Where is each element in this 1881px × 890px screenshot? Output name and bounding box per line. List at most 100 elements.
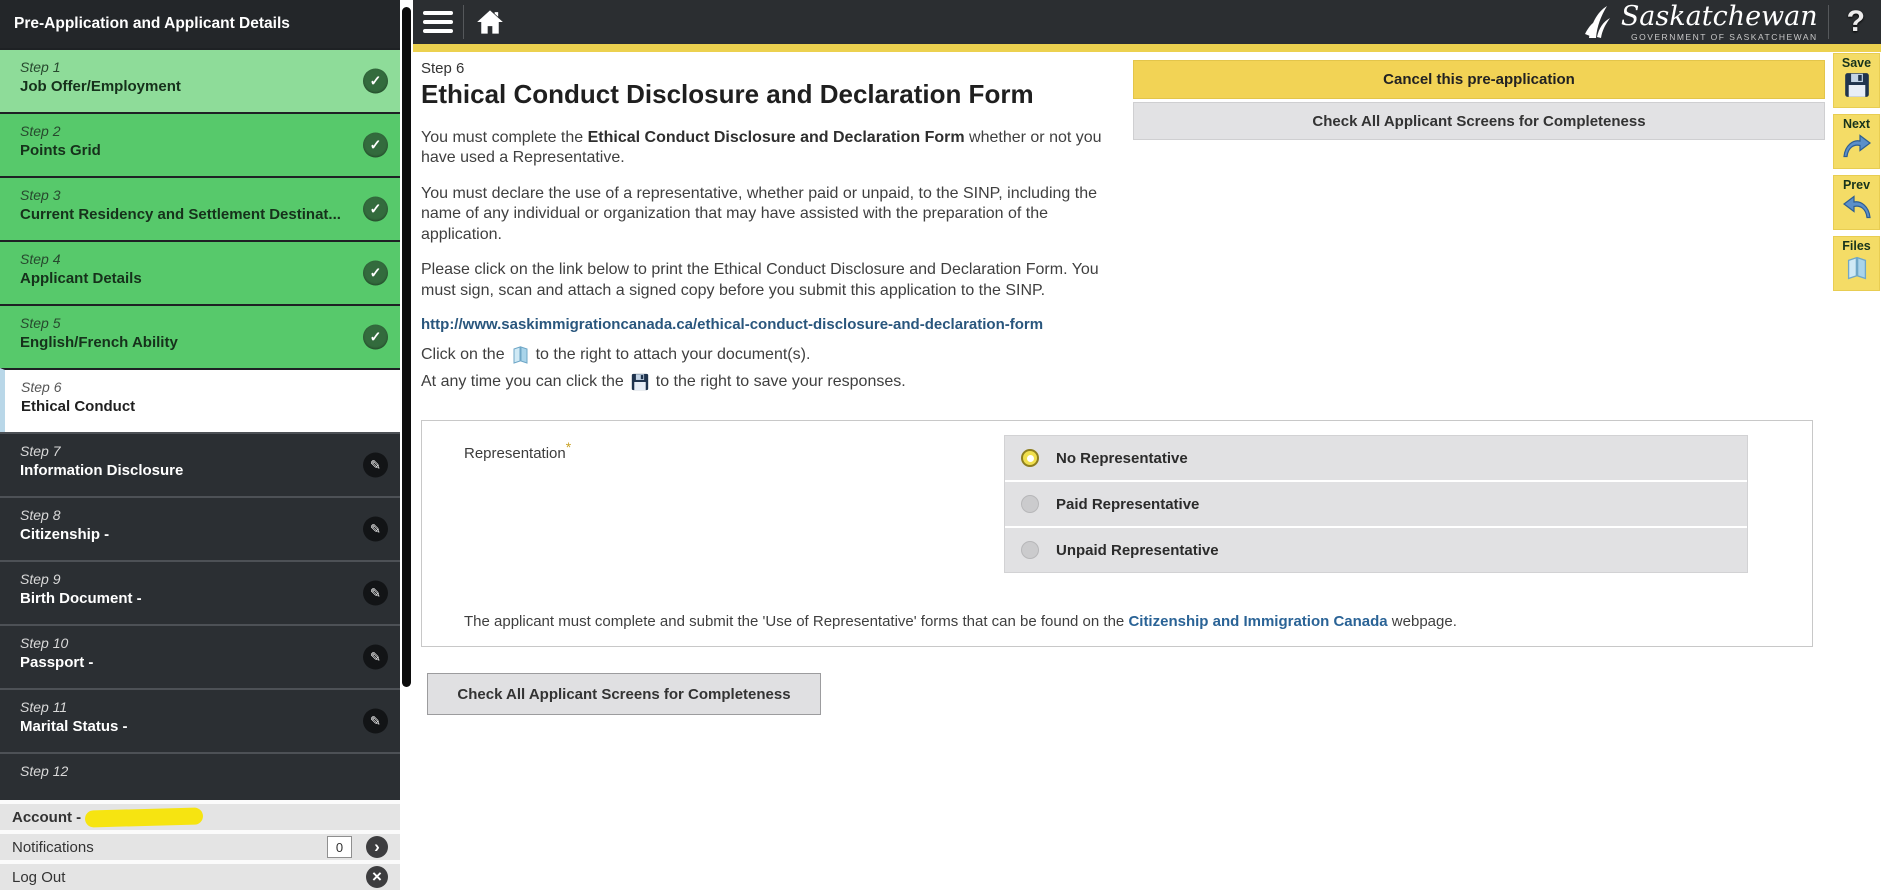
accent-bar bbox=[413, 44, 1881, 52]
notifications-row[interactable]: Notifications 0 › bbox=[0, 830, 400, 860]
step-title: Information Disclosure bbox=[20, 462, 184, 479]
step-number: Step 9 bbox=[20, 571, 61, 587]
step-number: Step 7 bbox=[20, 443, 61, 459]
steps-sidebar: Pre-Application and Applicant Details St… bbox=[0, 0, 400, 890]
menu-icon[interactable] bbox=[423, 11, 453, 33]
radio-no-representative[interactable]: No Representative bbox=[1005, 436, 1747, 481]
sidebar-item-step6-current[interactable]: Step 6 Ethical Conduct bbox=[0, 368, 400, 432]
pencil-icon: ✎ bbox=[363, 452, 388, 478]
sidebar-item-step8[interactable]: Step 8 Citizenship - ✎ bbox=[0, 496, 400, 560]
page-title: Ethical Conduct Disclosure and Declarati… bbox=[421, 79, 1034, 109]
check-icon: ✓ bbox=[363, 68, 388, 94]
save-icon bbox=[631, 373, 649, 391]
step-number: Step 6 bbox=[21, 379, 62, 395]
step-number: Step 1 bbox=[20, 59, 61, 75]
representative-note: The applicant must complete and submit t… bbox=[464, 613, 1457, 631]
account-row[interactable]: Account - bbox=[0, 800, 400, 830]
step-number: Step 2 bbox=[20, 123, 61, 139]
pencil-icon: ✎ bbox=[363, 644, 388, 670]
sidebar-item-step2[interactable]: Step 2 Points Grid ✓ bbox=[0, 112, 400, 176]
logout-row[interactable]: Log Out × bbox=[0, 860, 400, 890]
saskatchewan-logo: Saskatchewan GOVERNMENT OF SASKATCHEWAN bbox=[1583, 3, 1818, 42]
cancel-pre-application-button[interactable]: Cancel this pre-application bbox=[1133, 60, 1825, 99]
chevron-right-icon[interactable]: › bbox=[366, 836, 388, 858]
logout-label: Log Out bbox=[12, 868, 66, 886]
step-title: Points Grid bbox=[20, 142, 101, 159]
redaction-highlight bbox=[84, 806, 204, 828]
step-title: Applicant Details bbox=[20, 270, 142, 287]
sidebar-title: Pre-Application and Applicant Details bbox=[0, 0, 400, 48]
representation-radio-group: No Representative Paid Representative Un… bbox=[1004, 435, 1748, 574]
paragraph-3: Please click on the link below to print … bbox=[421, 261, 1099, 299]
check-icon: ✓ bbox=[363, 132, 388, 158]
save-icon bbox=[1844, 72, 1870, 103]
files-icon bbox=[512, 345, 529, 364]
brand-name: Saskatchewan bbox=[1620, 0, 1818, 32]
sidebar-item-step7[interactable]: Step 7 Information Disclosure ✎ bbox=[0, 432, 400, 496]
step-number: Step 5 bbox=[20, 315, 61, 331]
step-title: English/French Ability bbox=[20, 334, 178, 351]
pencil-icon: ✎ bbox=[363, 516, 388, 542]
page-content: Step 6 Ethical Conduct Disclosure and De… bbox=[413, 52, 1881, 716]
representation-form-panel: Representation* No Representative Paid R… bbox=[421, 420, 1813, 648]
check-all-screens-button-top[interactable]: Check All Applicant Screens for Complete… bbox=[1133, 102, 1825, 140]
cic-link[interactable]: Citizenship and Immigration Canada bbox=[1128, 613, 1387, 630]
pencil-icon: ✎ bbox=[363, 708, 388, 734]
step-title: Marital Status - bbox=[20, 718, 128, 735]
step-number: Step 4 bbox=[20, 251, 61, 267]
paragraph-2: You must declare the use of a representa… bbox=[421, 184, 1097, 243]
files-button[interactable]: Files bbox=[1833, 236, 1880, 291]
radio-button[interactable] bbox=[1021, 541, 1039, 560]
files-icon bbox=[1846, 255, 1868, 285]
check-icon: ✓ bbox=[363, 196, 388, 222]
divider bbox=[463, 5, 464, 39]
sidebar-scrollbar-thumb[interactable] bbox=[402, 7, 411, 687]
save-button[interactable]: Save bbox=[1833, 53, 1880, 108]
step-number: Step 8 bbox=[20, 507, 61, 523]
sidebar-item-step3[interactable]: Step 3 Current Residency and Settlement … bbox=[0, 176, 400, 240]
attach-instruction: Click on the to the right to attach your… bbox=[421, 345, 811, 364]
main-area: Saskatchewan GOVERNMENT OF SASKATCHEWAN … bbox=[413, 0, 1881, 890]
representation-field-label: Representation* bbox=[464, 439, 572, 463]
sidebar-item-step9[interactable]: Step 9 Birth Document - ✎ bbox=[0, 560, 400, 624]
arrow-right-icon bbox=[1841, 133, 1873, 165]
next-button[interactable]: Next bbox=[1833, 114, 1880, 169]
step-number: Step 12 bbox=[20, 763, 69, 779]
check-all-screens-button-bottom[interactable]: Check All Applicant Screens for Complete… bbox=[427, 673, 821, 716]
sidebar-item-step5[interactable]: Step 5 English/French Ability ✓ bbox=[0, 304, 400, 368]
radio-paid-representative[interactable]: Paid Representative bbox=[1005, 482, 1747, 527]
divider bbox=[1827, 5, 1829, 39]
notifications-count-badge: 0 bbox=[327, 836, 352, 858]
notifications-label: Notifications bbox=[12, 838, 94, 856]
brand-subtitle: GOVERNMENT OF SASKATCHEWAN bbox=[1631, 31, 1818, 42]
sidebar-item-step4[interactable]: Step 4 Applicant Details ✓ bbox=[0, 240, 400, 304]
sidebar-scrollbar-track[interactable] bbox=[400, 0, 413, 890]
radio-unpaid-representative[interactable]: Unpaid Representative bbox=[1005, 528, 1747, 573]
home-icon[interactable] bbox=[474, 7, 506, 37]
top-navigation-bar: Saskatchewan GOVERNMENT OF SASKATCHEWAN … bbox=[413, 0, 1881, 44]
prev-button[interactable]: Prev bbox=[1833, 175, 1880, 230]
check-icon: ✓ bbox=[363, 324, 388, 350]
ethical-conduct-form-link[interactable]: http://www.saskimmigrationcanada.ca/ethi… bbox=[421, 316, 1121, 333]
arrow-left-icon bbox=[1841, 194, 1873, 226]
step-title: Ethical Conduct bbox=[21, 398, 136, 415]
account-panel: Account - Notifications 0 › Log Out × bbox=[0, 800, 400, 890]
close-icon[interactable]: × bbox=[366, 866, 388, 888]
step-number: Step 3 bbox=[20, 187, 61, 203]
sidebar-item-step10[interactable]: Step 10 Passport - ✎ bbox=[0, 624, 400, 688]
sidebar-item-step11[interactable]: Step 11 Marital Status - ✎ bbox=[0, 688, 400, 752]
account-label: Account - bbox=[12, 808, 82, 826]
step-title: Current Residency and Settlement Destina… bbox=[20, 206, 341, 223]
step-label: Step 6 bbox=[421, 60, 465, 77]
save-instruction: At any time you can click the to the rig… bbox=[421, 373, 906, 391]
radio-button-selected[interactable] bbox=[1021, 449, 1039, 468]
step-title: Job Offer/Employment bbox=[20, 78, 181, 95]
side-toolbar: Save Next Prev Files bbox=[1833, 53, 1880, 297]
pencil-icon: ✎ bbox=[363, 580, 388, 606]
wheat-sheaf-icon bbox=[1584, 6, 1610, 38]
sidebar-item-step1[interactable]: Step 1 Job Offer/Employment ✓ bbox=[0, 48, 400, 112]
radio-button[interactable] bbox=[1021, 495, 1039, 514]
help-icon[interactable]: ? bbox=[1839, 5, 1873, 39]
required-asterisk: * bbox=[565, 439, 572, 456]
check-icon: ✓ bbox=[363, 260, 388, 286]
